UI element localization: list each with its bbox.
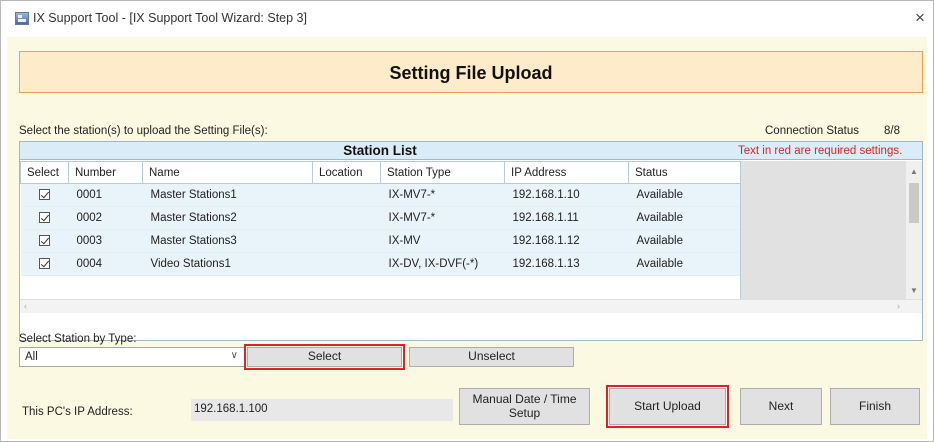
start-upload-button[interactable]: Start Upload (606, 385, 729, 428)
table-row[interactable]: 0004 Video Stations1 IX-DV, IX-DVF(-*) 1… (20, 252, 741, 276)
station-list-header: Station List Text in red are required se… (20, 142, 922, 160)
page-title: Setting File Upload (389, 63, 553, 83)
wizard-panel: Setting File Upload Select the station(s… (7, 37, 927, 439)
table-row[interactable]: 0001 Master Stations1 IX-MV7-* 192.168.1… (20, 183, 741, 207)
station-list-title: Station List (343, 143, 417, 158)
row-status: Available (628, 252, 741, 276)
required-settings-note: Text in red are required settings. (738, 145, 903, 157)
settings-side-panel (740, 161, 906, 299)
row-number: 0001 (68, 183, 143, 207)
col-header-ip-address[interactable]: IP Address (504, 161, 629, 184)
window-title: IX Support Tool - [IX Support Tool Wizar… (33, 11, 307, 25)
row-station-type: IX-DV, IX-DVF(-*) (380, 252, 505, 276)
pc-ip-field: 192.168.1.100 (191, 399, 453, 421)
scroll-left-icon[interactable]: ‹ (24, 301, 27, 311)
row-select-cell[interactable] (20, 206, 69, 230)
manual-date-time-button[interactable]: Manual Date / Time Setup (459, 388, 590, 425)
row-select-cell[interactable] (20, 229, 69, 253)
close-icon[interactable]: × (911, 8, 929, 28)
station-list: Station List Text in red are required se… (19, 141, 923, 341)
scrollbar-thumb[interactable] (909, 183, 919, 223)
finish-button[interactable]: Finish (830, 388, 920, 425)
col-header-location[interactable]: Location (312, 161, 381, 184)
row-station-type: IX-MV7-* (380, 206, 505, 230)
table-row[interactable]: 0003 Master Stations3 IX-MV 192.168.1.12… (20, 229, 741, 253)
col-header-status[interactable]: Status (628, 161, 741, 184)
app-window: IX Support Tool - [IX Support Tool Wizar… (0, 0, 934, 442)
col-header-number[interactable]: Number (68, 161, 143, 184)
row-name: Master Stations1 (142, 183, 313, 207)
page-header: Setting File Upload (19, 51, 923, 93)
scroll-right-icon[interactable]: › (897, 301, 900, 311)
checkbox-checked-icon[interactable] (39, 235, 50, 247)
table-header-row: Select Number Name Location Station Type… (20, 161, 741, 184)
row-status: Available (628, 229, 741, 253)
row-ip-address: 192.168.1.11 (504, 206, 629, 230)
row-location (312, 206, 381, 230)
row-select-cell[interactable] (20, 183, 69, 207)
instruction-text: Select the station(s) to upload the Sett… (19, 125, 268, 137)
row-select-cell[interactable] (20, 252, 69, 276)
row-ip-address: 192.168.1.10 (504, 183, 629, 207)
pc-ip-value: 192.168.1.100 (194, 403, 268, 415)
col-header-select[interactable]: Select (20, 161, 69, 184)
row-location (312, 252, 381, 276)
row-location (312, 183, 381, 207)
chevron-down-icon[interactable]: ∨ (231, 350, 238, 361)
checkbox-checked-icon[interactable] (39, 258, 50, 270)
next-button[interactable]: Next (740, 388, 822, 425)
pc-ip-label: This PC's IP Address: (22, 406, 133, 418)
connection-status-value: 8/8 (884, 125, 900, 137)
checkbox-checked-icon[interactable] (39, 212, 50, 224)
row-location (312, 229, 381, 253)
station-type-value: All (25, 351, 38, 363)
row-status: Available (628, 183, 741, 207)
row-ip-address: 192.168.1.13 (504, 252, 629, 276)
title-bar: IX Support Tool - [IX Support Tool Wizar… (1, 1, 933, 37)
row-number: 0004 (68, 252, 143, 276)
horizontal-scrollbar[interactable]: ‹ › (20, 299, 922, 313)
row-name: Master Stations3 (142, 229, 313, 253)
row-name: Video Stations1 (142, 252, 313, 276)
checkbox-checked-icon[interactable] (39, 189, 50, 201)
vertical-scrollbar[interactable]: ▲ ▼ (906, 161, 922, 299)
scroll-down-icon[interactable]: ▼ (910, 286, 918, 295)
connection-status-label: Connection Status (765, 125, 859, 137)
unselect-button[interactable]: Unselect (409, 347, 574, 367)
row-name: Master Stations2 (142, 206, 313, 230)
row-station-type: IX-MV (380, 229, 505, 253)
station-table: Select Number Name Location Station Type… (20, 161, 741, 276)
station-type-dropdown[interactable]: All ∨ (19, 347, 245, 367)
col-header-station-type[interactable]: Station Type (380, 161, 505, 184)
row-number: 0002 (68, 206, 143, 230)
row-status: Available (628, 206, 741, 230)
row-ip-address: 192.168.1.12 (504, 229, 629, 253)
app-icon (15, 12, 29, 25)
table-row[interactable]: 0002 Master Stations2 IX-MV7-* 192.168.1… (20, 206, 741, 230)
select-by-type-label: Select Station by Type: (19, 333, 137, 345)
col-header-name[interactable]: Name (142, 161, 313, 184)
row-number: 0003 (68, 229, 143, 253)
scroll-up-icon[interactable]: ▲ (910, 167, 918, 176)
row-station-type: IX-MV7-* (380, 183, 505, 207)
select-button[interactable]: Select (244, 344, 405, 370)
